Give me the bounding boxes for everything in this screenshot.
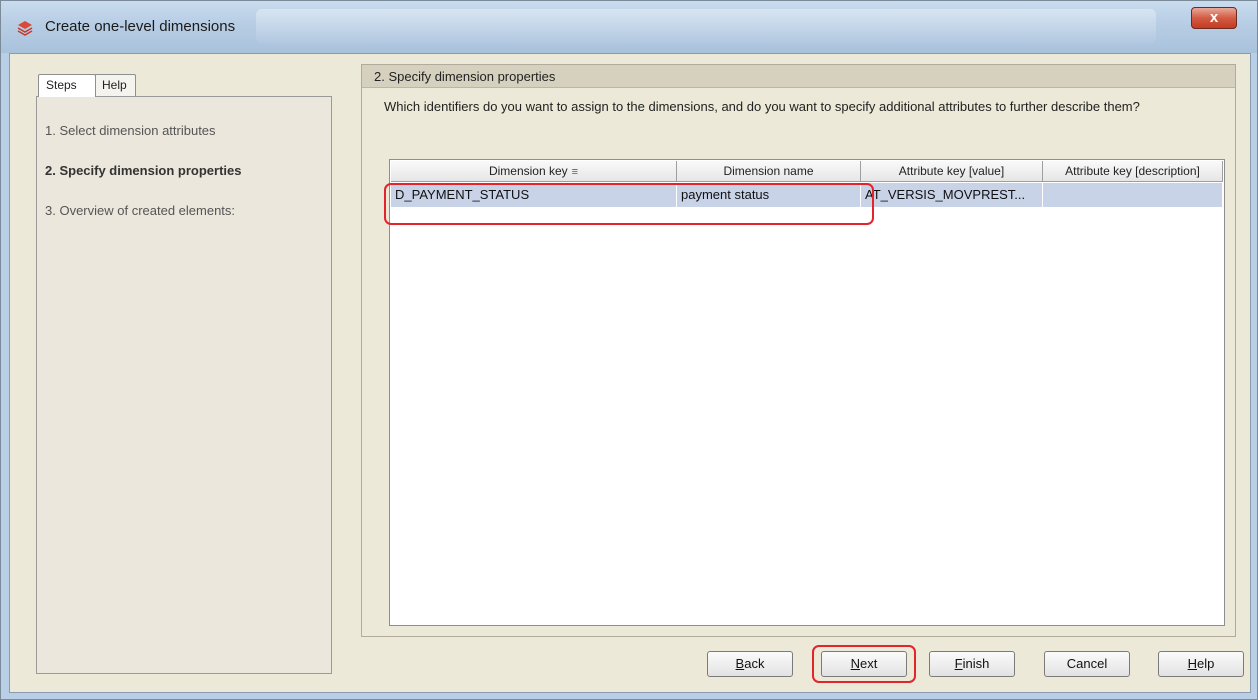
- button-label: elp: [1197, 656, 1215, 671]
- button-label: ext: [860, 656, 878, 671]
- cell-dimension-key[interactable]: D_PAYMENT_STATUS: [391, 183, 677, 207]
- main-panel: 2. Specify dimension properties Which id…: [361, 64, 1236, 637]
- window-title: Create one-level dimensions: [45, 18, 236, 35]
- mnemonic: F: [954, 656, 963, 671]
- button-label: ack: [744, 656, 765, 671]
- mnemonic: N: [850, 656, 861, 671]
- tab-help[interactable]: Help: [94, 74, 136, 96]
- column-header-attribute-key-value[interactable]: Attribute key [value]: [861, 161, 1043, 182]
- close-icon: x: [1209, 9, 1219, 26]
- mnemonic: H: [1187, 656, 1198, 671]
- mnemonic: B: [735, 656, 745, 671]
- title-bar-shine: [256, 9, 1156, 43]
- cancel-button[interactable]: Cancel: [1044, 651, 1130, 677]
- cell-dimension-name[interactable]: payment status: [677, 183, 861, 207]
- instruction-text: Which identifiers do you want to assign …: [384, 99, 1140, 114]
- section-header: 2. Specify dimension properties: [362, 65, 1235, 88]
- title-bar[interactable]: Create one-level dimensions x: [1, 1, 1257, 53]
- dialog-window: Create one-level dimensions x Steps Help…: [0, 0, 1258, 700]
- column-header-dimension-name[interactable]: Dimension name: [677, 161, 861, 182]
- step-2-current: 2. Specify dimension properties: [45, 163, 242, 178]
- button-label: inish: [962, 656, 990, 671]
- close-button[interactable]: x: [1191, 7, 1237, 29]
- back-button[interactable]: Back: [707, 651, 793, 677]
- help-button[interactable]: Help: [1158, 651, 1244, 677]
- step-1: 1. Select dimension attributes: [45, 123, 216, 138]
- app-icon: [17, 21, 33, 36]
- table-row[interactable]: D_PAYMENT_STATUS payment status AT_VERSI…: [391, 183, 1223, 207]
- next-button[interactable]: Next: [821, 651, 907, 677]
- column-header-dimension-key[interactable]: Dimension key ≡: [391, 161, 677, 182]
- column-header-attribute-key-description[interactable]: Attribute key [description]: [1043, 161, 1223, 182]
- step-3: 3. Overview of created elements:: [45, 203, 236, 218]
- column-label: Dimension key: [488, 164, 568, 178]
- dialog-body: Steps Help 1. Select dimension attribute…: [9, 53, 1251, 693]
- table-header: Dimension key ≡ Dimension name Attribute …: [391, 161, 1223, 182]
- cell-attribute-key-description[interactable]: [1043, 183, 1223, 207]
- finish-button[interactable]: Finish: [929, 651, 1015, 677]
- steps-panel: 1. Select dimension attributes 2. Specif…: [36, 96, 332, 674]
- tab-steps[interactable]: Steps: [38, 74, 96, 97]
- cell-attribute-key-value[interactable]: AT_VERSIS_MOVPREST...: [861, 183, 1043, 207]
- dimensions-table: Dimension key ≡ Dimension name Attribute …: [389, 159, 1225, 626]
- sort-ascending-icon: ≡: [571, 166, 579, 178]
